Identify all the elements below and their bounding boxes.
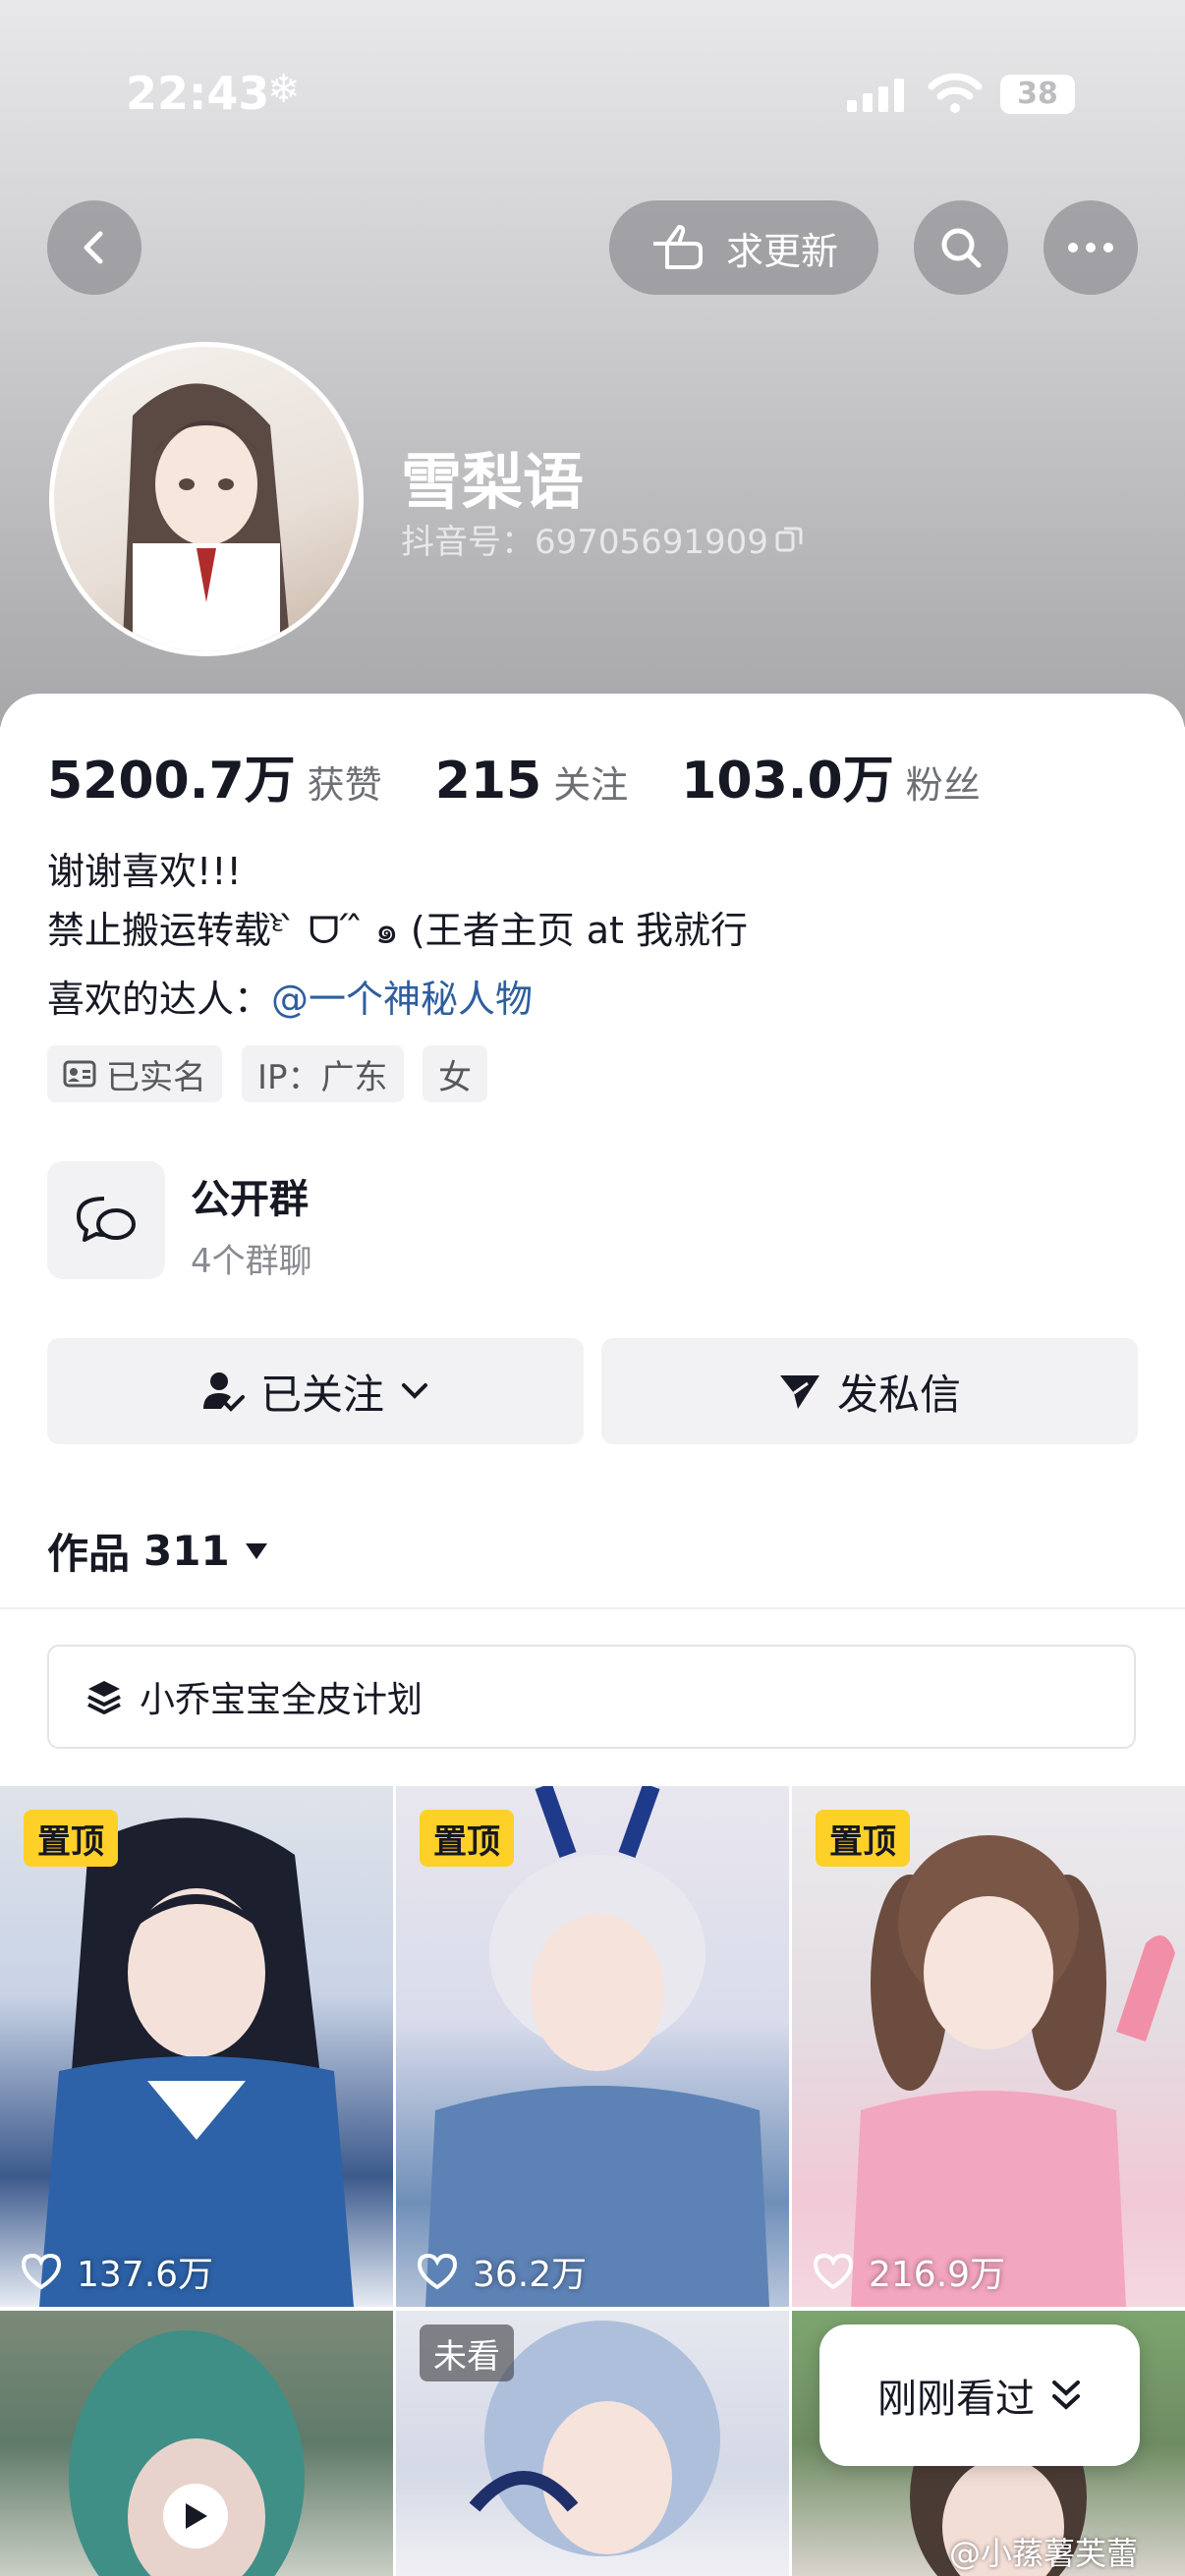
copy-icon[interactable] (774, 525, 804, 554)
followers-label: 粉丝 (905, 763, 981, 807)
group-chat-button[interactable] (47, 1161, 165, 1279)
group-subtitle: 4个群聊 (191, 1242, 312, 1281)
recently-viewed-button[interactable]: 刚刚看过 (819, 2324, 1140, 2466)
liked-creators-row: 喜欢的达人：@一个神秘人物 (47, 969, 533, 1023)
collection-title: 小乔宝宝全皮计划 (140, 1680, 423, 1720)
following-stat[interactable]: 215 关注 (435, 752, 629, 811)
more-options-button[interactable] (1044, 200, 1138, 295)
video-3-like-count: 216.9万 (869, 2255, 1006, 2295)
avatar[interactable] (49, 342, 364, 656)
send-message-button[interactable]: 发私信 (601, 1338, 1138, 1444)
snowflake-icon: ❄ (267, 67, 301, 112)
status-time: 22:43 (126, 67, 270, 120)
verified-tag: 已实名 (47, 1045, 222, 1102)
likes-stat[interactable]: 5200.7万 获赞 (47, 739, 382, 812)
pinned-badge: 置顶 (420, 1810, 514, 1867)
wifi-icon (928, 73, 983, 113)
section-divider (0, 1607, 1185, 1609)
bio-line-2: 禁止搬运转载ᵋ̀ ̀ ᗜ ́ ̂ ๑ (王者主页 at 我就行 (47, 909, 748, 952)
send-paper-plane-icon (779, 1375, 819, 1409)
followed-label: 已关注 (259, 1370, 384, 1419)
verified-tag-label: 已实名 (106, 1057, 206, 1097)
gender-tag: 女 (423, 1045, 487, 1102)
video-3-likes: 216.9万 (812, 2246, 1005, 2297)
send-message-label: 发私信 (836, 1370, 961, 1419)
id-card-icon (63, 1060, 96, 1088)
video-1-like-count: 137.6万 (77, 2255, 214, 2295)
chat-bubbles-icon (77, 1197, 136, 1242)
request-update-button[interactable]: 求更新 (609, 200, 878, 295)
more-dots-icon (1068, 243, 1113, 252)
video-thumbnail-5[interactable]: 未看 (396, 2311, 789, 2576)
pinned-badge: 置顶 (816, 1810, 910, 1867)
following-count: 215 (434, 752, 542, 811)
chevron-left-icon (84, 231, 103, 264)
following-label: 关注 (553, 763, 629, 807)
followers-stat[interactable]: 103.0万 粉丝 (681, 739, 981, 812)
request-update-label: 求更新 (725, 229, 838, 273)
chevron-down-icon (402, 1383, 427, 1399)
ip-location-tag: IP：广东 (242, 1045, 404, 1102)
pointing-hand-icon (652, 225, 703, 269)
layers-icon (87, 1681, 121, 1714)
heart-outline-icon (21, 2253, 62, 2290)
followers-count: 103.0万 (681, 752, 894, 811)
likes-count: 5200.7万 (47, 752, 296, 811)
stats-row: 5200.7万 获赞 215 关注 103.0万 粉丝 (47, 739, 981, 812)
search-button[interactable] (914, 200, 1008, 295)
unwatched-badge: 未看 (420, 2324, 514, 2381)
cellular-signal-icon (847, 79, 904, 112)
douyin-id-row[interactable]: 抖音号：69705691909 (401, 515, 804, 563)
likes-label: 获赞 (307, 763, 382, 807)
nickname: 雪梨语 (401, 446, 585, 518)
douyin-id-text: 抖音号：69705691909 (401, 523, 768, 562)
play-icon (186, 2503, 207, 2529)
pinned-badge: 置顶 (24, 1810, 118, 1867)
group-title[interactable]: 公开群 (191, 1167, 309, 1224)
collection-banner[interactable]: 小乔宝宝全皮计划 (47, 1645, 1136, 1749)
video-2-like-count: 36.2万 (473, 2255, 588, 2295)
heart-outline-icon (417, 2253, 458, 2290)
video-2-likes: 36.2万 (416, 2246, 587, 2297)
works-tab[interactable]: 作品 311 (47, 1521, 269, 1581)
anime-girl-avatar-illustration (123, 383, 290, 651)
search-icon (941, 228, 982, 268)
followed-button[interactable]: 已关注 (47, 1338, 584, 1444)
battery-indicator: 38 (1000, 75, 1075, 114)
video-thumbnail-4[interactable] (0, 2311, 393, 2576)
back-button[interactable] (47, 200, 141, 295)
video-1-likes: 137.6万 (20, 2246, 213, 2297)
liked-creator-link[interactable]: @一个神秘人物 (271, 978, 533, 1021)
weibo-watermark: @小蓀薯芙蕾 (949, 2535, 1139, 2572)
liked-creators-prefix: 喜欢的达人： (47, 978, 272, 1021)
play-button[interactable] (163, 2484, 228, 2548)
works-label: 作品 (47, 1530, 131, 1578)
recently-viewed-label: 刚刚看过 (877, 2377, 1035, 2422)
bio-line-1: 谢谢喜欢!!! (47, 850, 242, 893)
caret-down-icon (245, 1542, 267, 1559)
double-chevron-down-icon (1052, 2380, 1080, 2410)
heart-outline-icon (813, 2253, 854, 2290)
user-check-icon (202, 1372, 245, 1412)
works-count: 311 (143, 1527, 230, 1575)
